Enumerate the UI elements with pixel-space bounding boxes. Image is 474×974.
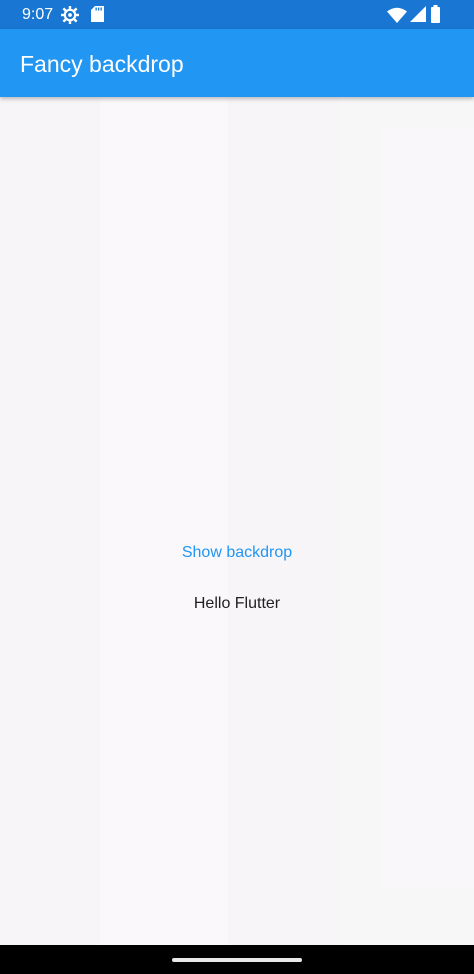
background-panel [340,97,474,945]
settings-icon [61,6,79,24]
status-time: 9:07 [22,6,54,23]
main-content: Show backdrop Hello Flutter [0,97,474,945]
status-bar: 9:07 [0,0,474,29]
battery-icon [431,5,440,23]
home-gesture-handle[interactable] [172,958,302,962]
body-text: Hello Flutter [193,595,281,612]
background-panel [100,97,228,945]
wifi-icon [387,7,407,23]
show-backdrop-button[interactable]: Show backdrop [157,534,317,572]
navigation-bar [0,945,474,974]
page-title: Fancy backdrop [20,51,184,77]
sd-card-icon [91,6,104,22]
signal-icon [410,6,426,22]
app-bar: Fancy backdrop [0,29,474,97]
